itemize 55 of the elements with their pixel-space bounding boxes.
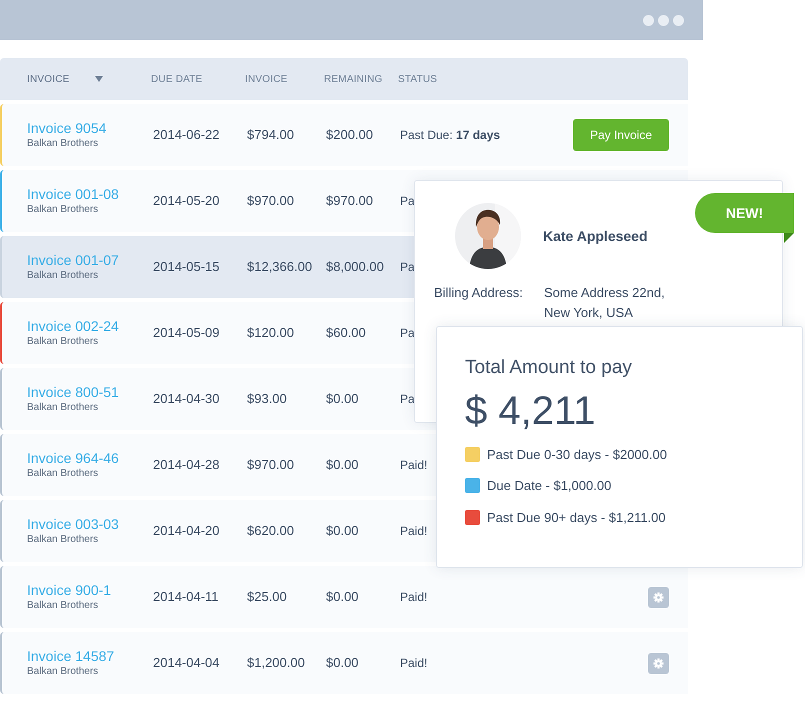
remaining-amount: $970.00 (326, 193, 373, 208)
invoice-amount: $794.00 (247, 127, 294, 142)
remaining-amount: $0.00 (326, 589, 359, 604)
status-text: Pa (400, 193, 415, 210)
due-date: 2014-06-22 (153, 127, 220, 142)
remaining-amount: $8,000.00 (326, 259, 384, 274)
remaining-amount: $0.00 (326, 523, 359, 538)
total-amount: $ 4,211 (465, 388, 596, 432)
status-text: Pa (400, 391, 415, 408)
remaining-amount: $0.00 (326, 391, 359, 406)
client-name: Balkan Brothers (27, 466, 100, 480)
status-text: Pa (400, 325, 415, 342)
invoice-amount: $620.00 (247, 523, 294, 538)
due-date: 2014-05-09 (153, 325, 220, 340)
invoice-amount: $12,366.00 (247, 259, 312, 274)
due-date: 2014-05-15 (153, 259, 220, 274)
status-text: Paid! (400, 655, 428, 672)
status-text: Paid! (400, 457, 428, 474)
column-header: STATUS (398, 74, 438, 84)
client-name: Balkan Brothers (27, 400, 100, 414)
address-line: New York, USA (544, 304, 634, 322)
client-name: Balkan Brothers (27, 664, 100, 678)
status-text: Paid! (400, 523, 428, 540)
client-name: Balkan Brothers (27, 532, 100, 546)
due-date: 2014-04-28 (153, 457, 220, 472)
due-date: 2014-05-20 (153, 193, 220, 208)
column-header: REMAINING (324, 74, 382, 84)
status-text: Pa (400, 259, 415, 276)
remaining-amount: $60.00 (326, 325, 366, 340)
legend-label: Due Date - $1,000.00 (487, 477, 612, 495)
remaining-amount: $0.00 (326, 655, 359, 670)
client-name: Balkan Brothers (27, 136, 100, 150)
due-date: 2014-04-11 (153, 589, 219, 604)
legend-label: Past Due 90+ days - $1,211.00 (487, 508, 666, 527)
invoice-amount: $25.00 (247, 589, 287, 604)
status-text: Paid! (400, 589, 428, 606)
due-date: 2014-04-04 (153, 655, 220, 670)
client-name: Balkan Brothers (27, 598, 100, 612)
due-date: 2014-04-30 (153, 391, 220, 406)
client-name: Balkan Brothers (27, 334, 100, 348)
invoice-amount: $93.00 (247, 391, 287, 406)
client-name: Balkan Brothers (27, 268, 100, 282)
client-name: Balkan Brothers (27, 202, 100, 216)
invoice-amount: $120.00 (247, 325, 294, 340)
column-header: DUE DATE (151, 74, 202, 84)
status-text: Past Due: 17 days (400, 127, 500, 144)
new-ribbon: NEW! (695, 193, 794, 233)
invoice-amount: $970.00 (247, 193, 294, 208)
invoice-amount: $1,200.00 (247, 655, 305, 670)
column-header: INVOICE (245, 74, 288, 84)
remaining-amount: $0.00 (326, 457, 359, 472)
due-date: 2014-04-20 (153, 523, 220, 538)
legend-label: Past Due 0-30 days - $2000.00 (487, 446, 667, 464)
remaining-amount: $200.00 (326, 127, 373, 142)
invoice-amount: $970.00 (247, 457, 294, 472)
